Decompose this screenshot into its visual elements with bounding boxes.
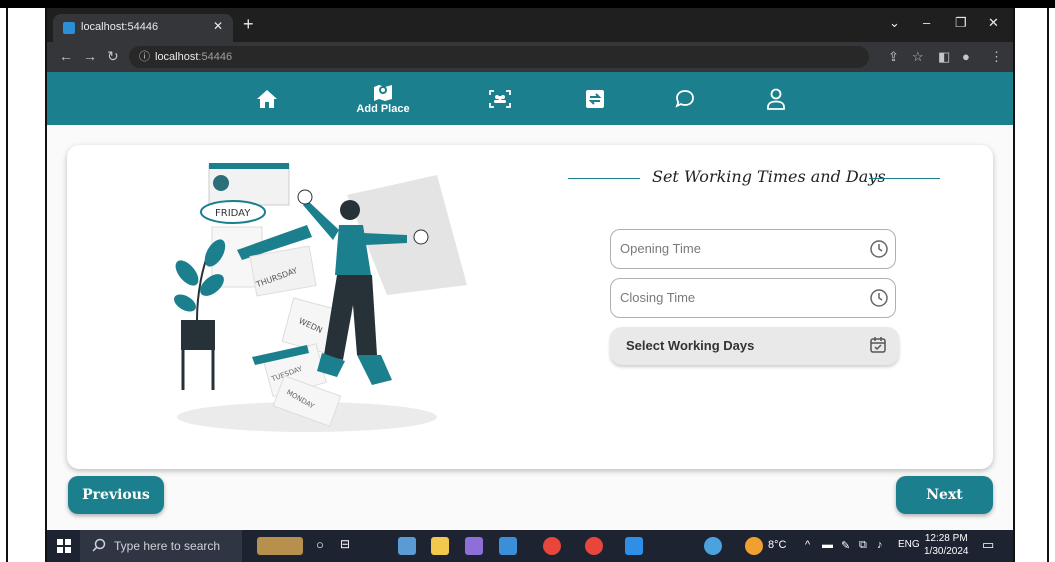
notification-icon[interactable]: ▭ (982, 537, 994, 553)
taskbar-clock[interactable]: 12:28 PM 1/30/2024 (924, 532, 969, 558)
left-margin (0, 8, 47, 562)
tray-network-icon[interactable]: ⧉ (859, 539, 867, 552)
vscode-icon[interactable] (625, 537, 643, 555)
closing-time-placeholder: Closing Time (620, 290, 696, 305)
map-pin-icon (374, 84, 392, 101)
reload-icon[interactable]: ↻ (107, 48, 119, 65)
swap-icon (586, 89, 604, 108)
previous-button[interactable]: Previous (68, 476, 164, 514)
nav-swap[interactable] (583, 72, 607, 125)
screen: localhost:54446 ✕ + ⌄ – ❐ ✕ ← → ↻ ⓘ loca… (0, 0, 1055, 562)
app-nav-bar: Add Place (47, 72, 1013, 125)
task-view-circle-icon[interactable]: ○ (316, 537, 324, 552)
tray-pen-icon[interactable]: ✎ (841, 539, 850, 552)
tray-chevron-icon[interactable]: ^ (805, 539, 810, 551)
clock-icon[interactable] (869, 288, 889, 308)
taskbar-date: 1/30/2024 (924, 546, 969, 557)
app-icon-3[interactable] (465, 537, 483, 555)
chat-icon (675, 89, 694, 108)
minimize-icon[interactable]: – (923, 15, 930, 30)
share-icon[interactable]: ⇪ (888, 49, 899, 65)
url-field[interactable]: ⓘ localhost:54446 (129, 46, 869, 68)
home-icon (257, 89, 277, 108)
weather-icon[interactable] (745, 537, 763, 555)
opening-time-placeholder: Opening Time (620, 241, 701, 256)
search-icon (92, 538, 106, 552)
tab-title: localhost:54446 (81, 21, 159, 33)
url-port: :54446 (198, 51, 233, 63)
taskbar-search-box[interactable]: Type here to search (80, 530, 242, 562)
tab-strip: localhost:54446 ✕ + ⌄ – ❐ ✕ (47, 8, 1013, 42)
file-explorer-icon[interactable] (431, 537, 449, 555)
nav-profile[interactable] (765, 72, 787, 125)
nav-home[interactable] (255, 72, 279, 125)
browser-tab[interactable]: localhost:54446 ✕ (53, 14, 233, 42)
taskbar-time: 12:28 PM (924, 533, 968, 544)
heading-divider-left (568, 178, 640, 179)
tab-close-icon[interactable]: ✕ (213, 19, 223, 33)
windows-taskbar: Type here to search ○ ⊟ 8°C ^ ▬ ✎ ⧉ ♪ EN… (47, 530, 1013, 562)
close-window-icon[interactable]: ✕ (988, 15, 999, 31)
closing-time-field[interactable]: Closing Time (610, 278, 896, 318)
weather-temp[interactable]: 8°C (768, 539, 786, 551)
form-heading: Set Working Times and Days (652, 167, 886, 186)
select-working-days-button[interactable]: Select Working Days (610, 327, 899, 365)
tray-battery-icon[interactable]: ▬ (822, 539, 833, 551)
profile-icon[interactable]: ● (962, 49, 970, 64)
side-panel-icon[interactable]: ◧ (938, 49, 950, 65)
calendar-check-icon (870, 337, 886, 353)
site-info-icon[interactable]: ⓘ (139, 46, 150, 68)
top-border (0, 0, 1055, 8)
taskbar-search-placeholder: Type here to search (114, 539, 221, 553)
browser-window: localhost:54446 ✕ + ⌄ – ❐ ✕ ← → ↻ ⓘ loca… (47, 8, 1013, 530)
bookmark-star-icon[interactable]: ☆ (912, 49, 924, 65)
new-tab-icon[interactable]: + (243, 14, 254, 35)
user-icon (767, 88, 785, 110)
form-heading-row: Set Working Times and Days (568, 163, 940, 193)
restore-icon[interactable]: ❐ (955, 15, 967, 31)
chrome-icon-2[interactable] (585, 537, 603, 555)
tab-search-chevron-icon[interactable]: ⌄ (889, 15, 900, 31)
address-bar-row: ← → ↻ ⓘ localhost:54446 ⇪ ☆ ◧ ● ⋮ (47, 42, 1013, 72)
calendar-illustration: FRIDAY THURSDAY WEDN TUESDAY MONDAY (174, 163, 467, 432)
heading-divider-right (869, 178, 940, 179)
mail-icon[interactable] (499, 537, 517, 555)
chrome-icon[interactable] (543, 537, 561, 555)
forward-icon[interactable]: → (83, 48, 97, 64)
tray-volume-icon[interactable]: ♪ (877, 539, 883, 551)
right-margin (1013, 8, 1055, 562)
help-icon[interactable] (704, 537, 722, 555)
back-icon[interactable]: ← (59, 48, 73, 64)
opening-time-field[interactable]: Opening Time (610, 229, 896, 269)
task-view-icon[interactable]: ⊟ (340, 537, 350, 551)
tray-language[interactable]: ENG (898, 539, 920, 550)
nav-add-place[interactable]: Add Place (355, 72, 411, 125)
clock-icon[interactable] (869, 239, 889, 259)
app-icon-1[interactable] (398, 537, 416, 555)
friday-label: FRIDAY (215, 208, 251, 219)
form-card: FRIDAY THURSDAY WEDN TUESDAY MONDAY Set … (67, 145, 993, 469)
url-host: localhost (155, 51, 199, 63)
scan-group-icon (489, 89, 511, 108)
select-working-days-label: Select Working Days (626, 338, 755, 353)
news-widget-icon[interactable] (257, 537, 303, 555)
nav-add-place-label: Add Place (356, 102, 410, 115)
menu-kebab-icon[interactable]: ⋮ (990, 49, 1003, 65)
windows-start-icon[interactable] (57, 539, 71, 553)
nav-group[interactable] (487, 72, 513, 125)
next-button[interactable]: Next (896, 476, 993, 514)
favicon-icon (63, 22, 75, 34)
nav-chat[interactable] (673, 72, 697, 125)
